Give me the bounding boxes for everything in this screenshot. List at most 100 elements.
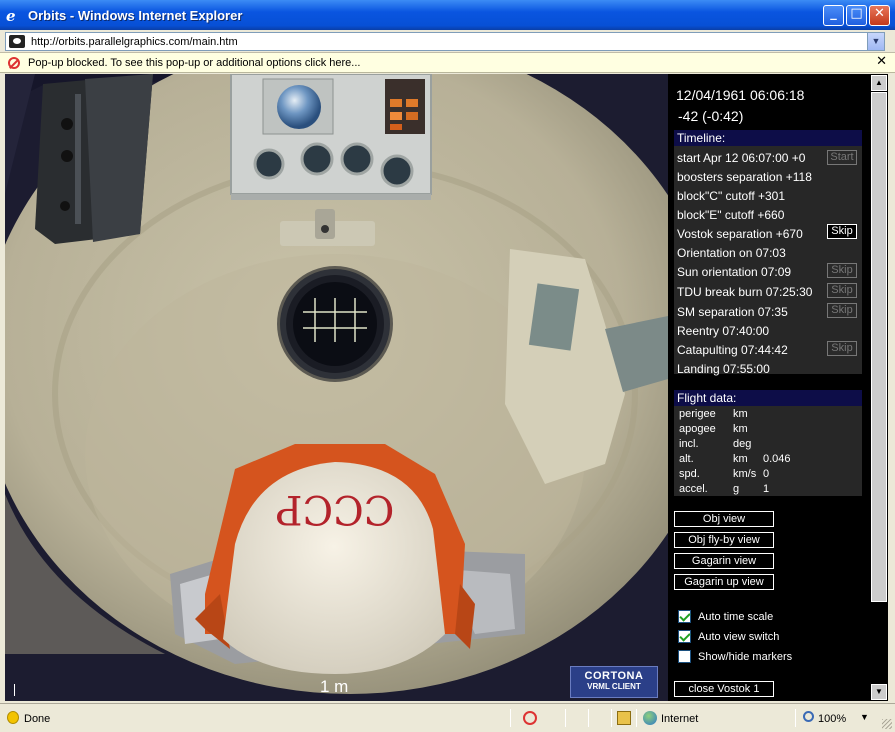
- window-title: Orbits - Windows Internet Explorer: [28, 7, 243, 23]
- popup-blocked-icon: [8, 56, 20, 69]
- mission-offset: -42 (-0:42): [678, 108, 744, 124]
- vertical-scrollbar[interactable]: ▲ ▼: [870, 74, 888, 701]
- start-button[interactable]: Start: [827, 150, 857, 165]
- gagarin-view-button[interactable]: Gagarin view: [674, 553, 774, 569]
- fd-name: apogee: [679, 423, 716, 435]
- obj-view-button[interactable]: Obj view: [674, 511, 774, 527]
- minimize-button[interactable]: _: [823, 5, 844, 26]
- gagarin-up-view-button[interactable]: Gagarin up view: [674, 574, 774, 590]
- scroll-up-button[interactable]: ▲: [871, 75, 887, 91]
- status-separator: [795, 709, 796, 727]
- instrument-panel: [230, 74, 432, 200]
- fd-unit: g: [733, 483, 740, 495]
- show-hide-markers-option[interactable]: Show/hide markers: [678, 650, 792, 663]
- security-zone-label[interactable]: Internet: [661, 713, 698, 725]
- fd-name: perigee: [679, 408, 716, 420]
- show-hide-markers-checkbox[interactable]: [678, 650, 691, 663]
- timeline-item: Orientation on 07:03: [677, 246, 786, 260]
- mission-datetime: 12/04/1961 06:06:18: [676, 87, 805, 103]
- fd-value: 0.046: [763, 453, 791, 465]
- maximize-button[interactable]: □: [846, 5, 867, 26]
- skip-tdu-burn-button[interactable]: Skip: [827, 283, 857, 298]
- auto-view-switch-checkbox[interactable]: [678, 630, 691, 643]
- timeline-header: Timeline:: [674, 130, 862, 146]
- url-text[interactable]: http://orbits.parallelgraphics.com/main.…: [31, 36, 238, 48]
- zoom-level[interactable]: 100%: [818, 713, 846, 725]
- infobar-message[interactable]: Pop-up blocked. To see this pop-up or ad…: [28, 57, 360, 69]
- status-separator: [510, 709, 511, 727]
- globe-icon: [277, 85, 321, 129]
- fd-value: 0: [763, 468, 770, 480]
- timeline-item: Vostok separation +670: [677, 227, 803, 241]
- scroll-down-button[interactable]: ▼: [871, 684, 887, 700]
- fd-unit: km: [733, 408, 748, 420]
- title-bar: e Orbits - Windows Internet Explorer _ □…: [0, 0, 895, 30]
- fd-name: accel.: [679, 483, 708, 495]
- timeline-item: boosters separation +118: [677, 170, 812, 184]
- status-separator: [565, 709, 566, 727]
- close-window-button[interactable]: ✕: [869, 5, 890, 26]
- close-vostok-button[interactable]: close Vostok 1: [674, 681, 774, 697]
- address-field[interactable]: http://orbits.parallelgraphics.com/main.…: [5, 32, 885, 51]
- cockpit-view[interactable]: СССР: [5, 74, 668, 701]
- internet-zone-icon: [643, 711, 657, 725]
- status-separator: [611, 709, 612, 727]
- ie-logo-icon: e: [6, 7, 16, 25]
- timeline-item: TDU break burn 07:25:30: [677, 285, 813, 299]
- flight-data-header: Flight data:: [674, 390, 862, 406]
- fd-name: incl.: [679, 438, 699, 450]
- auto-view-switch-option[interactable]: Auto view switch: [678, 630, 779, 643]
- skip-vostok-separation-button[interactable]: Skip: [827, 224, 857, 239]
- auto-view-switch-label[interactable]: Auto view switch: [698, 631, 779, 643]
- auto-time-scale-option[interactable]: Auto time scale: [678, 610, 773, 623]
- zoom-dropdown-icon[interactable]: ▼: [860, 712, 869, 722]
- popup-blocked-infobar[interactable]: Pop-up blocked. To see this pop-up or ad…: [0, 53, 895, 73]
- page-content: СССР 1 m CORTONA VRML CLIENT 12/04/1961 …: [5, 74, 888, 701]
- status-info-icon: [7, 711, 19, 724]
- scale-tick: [14, 684, 15, 696]
- skip-sun-orientation-button[interactable]: Skip: [827, 263, 857, 278]
- resize-grip[interactable]: [882, 719, 892, 729]
- show-hide-markers-label[interactable]: Show/hide markers: [698, 651, 792, 663]
- timeline-list: start Apr 12 06:07:00 +0 Start boosters …: [674, 146, 862, 376]
- timeline-item: start Apr 12 06:07:00 +0: [677, 151, 806, 165]
- auto-time-scale-label[interactable]: Auto time scale: [698, 611, 773, 623]
- page-icon: [9, 35, 25, 48]
- timeline-item: Landing 07:55:00: [677, 362, 770, 376]
- timeline-item: Reentry 07:40:00: [677, 324, 770, 338]
- popup-blocker-icon[interactable]: [523, 711, 537, 725]
- timeline-item: Catapulting 07:44:42: [677, 343, 788, 357]
- cortona-logo-subtitle: VRML CLIENT: [587, 682, 641, 691]
- address-bar: http://orbits.parallelgraphics.com/main.…: [0, 30, 895, 53]
- timeline-item: Sun orientation 07:09: [677, 265, 792, 279]
- fd-unit: km/s: [733, 468, 757, 480]
- fd-value: 1: [763, 483, 770, 495]
- helmet-text: СССР: [276, 486, 395, 532]
- zoom-icon[interactable]: [803, 711, 814, 722]
- fd-unit: km: [733, 423, 748, 435]
- left-control-panel: [35, 74, 153, 244]
- address-dropdown-button[interactable]: ▼: [867, 33, 884, 50]
- status-separator: [588, 709, 589, 727]
- infobar-close-icon[interactable]: ✕: [876, 54, 887, 69]
- fd-name: alt.: [679, 453, 694, 465]
- obj-flyby-view-button[interactable]: Obj fly-by view: [674, 532, 774, 548]
- skip-sm-separation-button[interactable]: Skip: [827, 303, 857, 318]
- vrml-scene[interactable]: СССР 1 m CORTONA VRML CLIENT: [5, 74, 668, 701]
- skip-catapulting-button[interactable]: Skip: [827, 341, 857, 356]
- timeline-item: block"E" cutoff +660: [677, 208, 785, 222]
- status-bar: Done Internet 100% ▼: [0, 703, 895, 732]
- flight-data-table: perigee km apogee km incl. deg alt. km 0…: [674, 406, 862, 496]
- status-separator: [636, 709, 637, 727]
- auto-time-scale-checkbox[interactable]: [678, 610, 691, 623]
- mission-panel: 12/04/1961 06:06:18 -42 (-0:42) Timeline…: [668, 74, 870, 701]
- protected-mode-icon[interactable]: [617, 711, 631, 725]
- scale-label: 1 m: [320, 677, 349, 696]
- porthole: [277, 266, 393, 382]
- cortona-logo[interactable]: CORTONA VRML CLIENT: [570, 666, 658, 698]
- fd-unit: km: [733, 453, 748, 465]
- scroll-thumb[interactable]: [871, 92, 887, 602]
- cortona-logo-title: CORTONA: [584, 670, 644, 682]
- fd-name: spd.: [679, 468, 700, 480]
- status-text: Done: [24, 713, 51, 725]
